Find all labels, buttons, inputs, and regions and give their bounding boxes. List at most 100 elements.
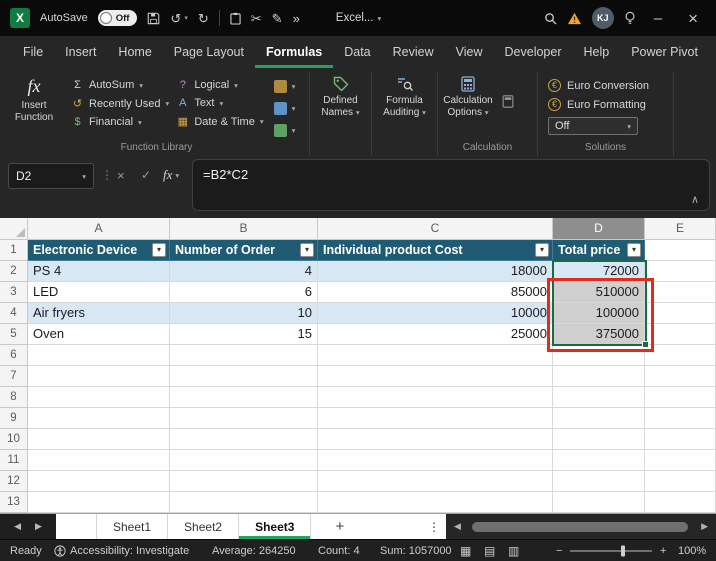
minimize-button[interactable]: – [646, 11, 670, 26]
ribbon-tab-review[interactable]: Review [382, 36, 445, 68]
enter-icon[interactable]: ✓ [141, 168, 151, 182]
cell-D13[interactable] [553, 492, 645, 513]
redo-icon[interactable]: ↻ [198, 12, 209, 25]
cell-E13[interactable] [645, 492, 716, 513]
cell-C3[interactable]: 85000 [318, 282, 553, 303]
column-header-A[interactable]: A [28, 218, 170, 240]
cell-B11[interactable] [170, 450, 318, 471]
cell-A2[interactable]: PS 4 [28, 261, 170, 282]
ribbon-tab-file[interactable]: File [12, 36, 54, 68]
row-header-8[interactable]: 8 [0, 387, 28, 408]
cell-D5[interactable]: 375000 [553, 324, 645, 345]
status-ready[interactable]: Ready [10, 545, 42, 557]
calculate-now-button[interactable] [502, 95, 514, 113]
cell-D2[interactable]: 72000 [553, 261, 645, 282]
cell-B13[interactable] [170, 492, 318, 513]
cell-A11[interactable] [28, 450, 170, 471]
undo-dropdown-icon[interactable]: ▾ [184, 14, 188, 22]
column-header-B[interactable]: B [170, 218, 318, 240]
sheet-next-icon[interactable]: ▶ [35, 521, 42, 532]
cancel-icon[interactable]: × [117, 168, 125, 183]
cell-B7[interactable] [170, 366, 318, 387]
calculation-options-button[interactable]: Calculation Options ▾ [438, 71, 498, 119]
cell-A7[interactable] [28, 366, 170, 387]
zoom-out-button[interactable]: − [556, 545, 562, 557]
clipboard-icon[interactable] [230, 12, 241, 25]
cell-C7[interactable] [318, 366, 553, 387]
recently-used-button[interactable]: ↺ Recently Used ▾ [71, 97, 169, 110]
sheet-tab-sheet2[interactable]: Sheet2 [168, 514, 239, 539]
close-button[interactable]: × [680, 10, 706, 27]
euro-formatting-button[interactable]: € Euro Formatting [548, 98, 649, 111]
row-header-2[interactable]: 2 [0, 261, 28, 282]
search-icon[interactable] [544, 12, 557, 25]
cell-D10[interactable] [553, 429, 645, 450]
insert-function-button[interactable]: fx Insert Function [4, 71, 64, 124]
cell-C9[interactable] [318, 408, 553, 429]
filter-button-C1[interactable]: ▾ [535, 243, 549, 257]
text-functions-button[interactable]: A Text ▾ [176, 97, 263, 109]
euro-conversion-button[interactable]: € Euro Conversion [548, 79, 649, 92]
cell-A10[interactable] [28, 429, 170, 450]
sheet-prev-icon[interactable]: ◀ [14, 521, 21, 532]
ribbon-tab-insert[interactable]: Insert [54, 36, 107, 68]
defined-names-button[interactable]: Defined Names ▾ [311, 71, 371, 119]
select-all-corner[interactable] [0, 218, 28, 240]
filter-button-B1[interactable]: ▾ [300, 243, 314, 257]
row-header-5[interactable]: 5 [0, 324, 28, 345]
cell-E3[interactable] [645, 282, 716, 303]
cell-C8[interactable] [318, 387, 553, 408]
zoom-slider-thumb[interactable] [621, 545, 625, 556]
cell-E7[interactable] [645, 366, 716, 387]
cell-B9[interactable] [170, 408, 318, 429]
column-header-C[interactable]: C [318, 218, 553, 240]
cell-A12[interactable] [28, 471, 170, 492]
accessibility-status[interactable]: Accessibility: Investigate [70, 545, 189, 557]
cell-A9[interactable] [28, 408, 170, 429]
column-header-D[interactable]: D [553, 218, 645, 240]
format-painter-icon[interactable]: ✎ [272, 12, 283, 25]
date-time-button[interactable]: ▦ Date & Time ▾ [176, 115, 263, 128]
row-header-7[interactable]: 7 [0, 366, 28, 387]
cell-B5[interactable]: 15 [170, 324, 318, 345]
drag-handle-icon[interactable]: ⋮ [101, 168, 113, 182]
cell-D11[interactable] [553, 450, 645, 471]
cell-D4[interactable]: 100000 [553, 303, 645, 324]
cell-C10[interactable] [318, 429, 553, 450]
row-header-12[interactable]: 12 [0, 471, 28, 492]
cell-B3[interactable]: 6 [170, 282, 318, 303]
cell-A6[interactable] [28, 345, 170, 366]
cell-C11[interactable] [318, 450, 553, 471]
row-header-4[interactable]: 4 [0, 303, 28, 324]
filter-button-D1[interactable]: ▾ [627, 243, 641, 257]
cut-icon[interactable]: ✂ [251, 12, 262, 25]
avatar[interactable]: KJ [592, 7, 614, 29]
lookup-reference-button[interactable]: ▾ [274, 80, 296, 93]
row-header-1[interactable]: 1 [0, 240, 28, 261]
cell-D6[interactable] [553, 345, 645, 366]
cell-C6[interactable] [318, 345, 553, 366]
collapse-formula-bar-icon[interactable]: ∧ [691, 193, 699, 206]
cell-C4[interactable]: 10000 [318, 303, 553, 324]
math-trig-button[interactable]: ▾ [274, 102, 296, 115]
row-header-9[interactable]: 9 [0, 408, 28, 429]
cell-E9[interactable] [645, 408, 716, 429]
formula-auditing-button[interactable]: Formula Auditing ▾ [375, 71, 435, 119]
more-functions-button[interactable]: ▾ [274, 124, 296, 137]
zoom-slider[interactable] [570, 540, 652, 561]
cell-C12[interactable] [318, 471, 553, 492]
cell-A13[interactable] [28, 492, 170, 513]
ribbon-tab-power-pivot[interactable]: Power Pivot [620, 36, 709, 68]
ribbon-tab-home[interactable]: Home [107, 36, 162, 68]
ribbon-tab-page-layout[interactable]: Page Layout [163, 36, 255, 68]
cell-C1[interactable]: Individual product Cost▾ [318, 240, 553, 261]
sheet-tab-sheet1[interactable]: Sheet1 [96, 514, 168, 539]
cell-D8[interactable] [553, 387, 645, 408]
autosum-button[interactable]: Σ AutoSum ▾ [71, 79, 169, 91]
cell-E6[interactable] [645, 345, 716, 366]
selection-fill-handle[interactable] [642, 341, 649, 348]
cell-C2[interactable]: 18000 [318, 261, 553, 282]
name-box[interactable]: D2 ▾ [8, 163, 94, 189]
cell-B1[interactable]: Number of Order▾ [170, 240, 318, 261]
cell-E1[interactable] [645, 240, 716, 261]
